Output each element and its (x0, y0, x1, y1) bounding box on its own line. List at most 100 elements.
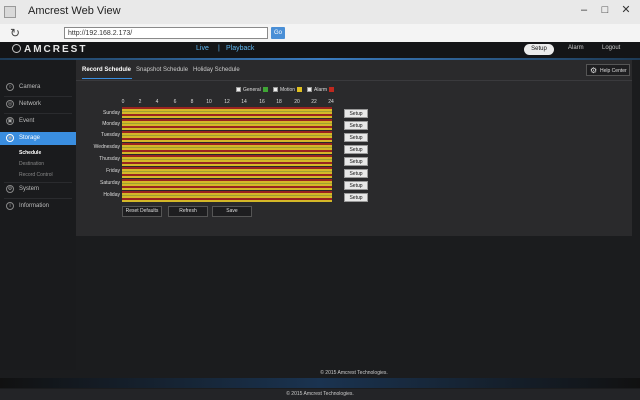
header-alarm-button[interactable]: Alarm (568, 45, 584, 51)
checkbox-general[interactable] (236, 87, 241, 92)
hour-label: 12 (224, 99, 230, 105)
logo: AMCREST (12, 44, 87, 55)
hour-label: 16 (259, 99, 265, 105)
setup-button-tuesday[interactable]: Setup (344, 133, 368, 142)
legend-label: General (243, 87, 261, 93)
nav-playback[interactable]: Playback (226, 45, 254, 52)
info-icon: i (6, 202, 14, 210)
hour-label: 14 (241, 99, 247, 105)
logo-text: AMCREST (24, 44, 88, 55)
legend-alarm[interactable]: Alarm (307, 87, 335, 93)
refresh-icon[interactable]: ↻ (10, 26, 20, 40)
close-icon[interactable]: ✕ (617, 1, 635, 19)
setup-button-sunday[interactable]: Setup (344, 109, 368, 118)
setup-button-holiday[interactable]: Setup (344, 193, 368, 202)
schedule-bar-wednesday[interactable] (122, 143, 332, 154)
maximize-icon[interactable]: □ (596, 1, 614, 19)
setup-button-saturday[interactable]: Setup (344, 181, 368, 190)
sidebar-item-event[interactable]: ▣ Event (0, 115, 76, 128)
hour-label: 4 (155, 99, 159, 105)
setup-button-monday[interactable]: Setup (344, 121, 368, 130)
window-title: Amcrest Web View (28, 5, 121, 17)
schedule-bar-holiday[interactable] (122, 191, 332, 202)
sidebar-divider (4, 198, 72, 199)
reset-defaults-button[interactable]: Reset Defaults (122, 206, 162, 217)
storage-icon: ◉ (6, 134, 14, 142)
day-label-tuesday: Tuesday (101, 132, 120, 138)
legend-label: Motion (280, 87, 296, 93)
checkbox-motion[interactable] (273, 87, 278, 92)
window-titlebar: Amcrest Web View – □ ✕ (0, 0, 640, 25)
sidebar-sub-record-control[interactable]: Record Control (19, 172, 53, 178)
schedule-panel: Record Schedule Snapshot Schedule Holida… (76, 60, 632, 236)
schedule-bar-thursday[interactable] (122, 155, 332, 166)
sidebar-divider (4, 96, 72, 97)
legend-swatch-motion (297, 87, 303, 92)
schedule-bar-tuesday[interactable] (122, 131, 332, 142)
hour-label: 18 (276, 99, 282, 105)
tabs-divider (76, 80, 632, 81)
hour-label: 2 (138, 99, 142, 105)
legend-motion[interactable]: Motion (273, 87, 303, 93)
legend-swatch-general (262, 87, 268, 92)
logo-mark-icon (12, 44, 21, 53)
sidebar: ○ Camera ◎ Network ▣ Event ◉ Storage Sch… (0, 60, 76, 370)
hour-label: 22 (311, 99, 317, 105)
tab-snapshot-schedule[interactable]: Snapshot Schedule (136, 67, 188, 73)
day-label-holiday: Holiday (103, 192, 120, 198)
day-label-thursday: Thursday (99, 156, 120, 162)
footer-glow (0, 378, 640, 388)
app-header: AMCREST Live | Playback Setup Alarm Logo… (0, 42, 640, 58)
system-icon: ⚙ (6, 185, 14, 193)
hour-label: 24 (328, 99, 334, 105)
sidebar-item-information[interactable]: i Information (0, 200, 76, 213)
gear-icon: ⚙ (590, 66, 598, 75)
checkbox-alarm[interactable] (307, 87, 312, 92)
day-label-sunday: Sunday (103, 110, 120, 116)
setup-button-friday[interactable]: Setup (344, 169, 368, 178)
status-footer: © 2015 Amcrest Technologies. (0, 389, 640, 400)
schedule-bar-sunday[interactable] (122, 107, 332, 118)
refresh-button[interactable]: Refresh (168, 206, 208, 217)
tab-holiday-schedule[interactable]: Holiday Schedule (193, 67, 240, 73)
sidebar-item-label: System (19, 186, 40, 192)
sidebar-item-network[interactable]: ◎ Network (0, 98, 76, 111)
nav-live[interactable]: Live (196, 45, 209, 52)
sidebar-sub-destination[interactable]: Destination (19, 161, 44, 167)
nav-separator: | (218, 45, 220, 52)
header-setup-button[interactable]: Setup (524, 44, 554, 55)
day-label-wednesday: Wednesday (93, 144, 120, 150)
setup-button-thursday[interactable]: Setup (344, 157, 368, 166)
day-label-friday: Friday (106, 168, 120, 174)
legend-swatch-alarm (329, 87, 335, 92)
sidebar-item-storage[interactable]: ◉ Storage (0, 132, 76, 145)
go-button[interactable]: Go (271, 27, 285, 39)
tab-record-schedule[interactable]: Record Schedule (82, 67, 131, 73)
sidebar-sub-schedule[interactable]: Schedule (19, 150, 41, 156)
sidebar-item-system[interactable]: ⚙ System (0, 183, 76, 196)
schedule-bar-monday[interactable] (122, 119, 332, 130)
schedule-bar-saturday[interactable] (122, 179, 332, 190)
footer-copyright: © 2015 Amcrest Technologies. (320, 370, 388, 376)
sidebar-divider (4, 113, 72, 114)
hour-label: 0 (121, 99, 125, 105)
sidebar-item-camera[interactable]: ○ Camera (0, 81, 76, 94)
sidebar-item-label: Storage (19, 135, 41, 141)
legend-general[interactable]: General (236, 87, 268, 93)
app-icon (4, 6, 16, 18)
event-icon: ▣ (6, 117, 14, 125)
schedule-bar-friday[interactable] (122, 167, 332, 178)
setup-button-wednesday[interactable]: Setup (344, 145, 368, 154)
hour-label: 8 (190, 99, 194, 105)
hour-label: 10 (206, 99, 212, 105)
sidebar-item-label: Event (19, 118, 35, 124)
address-bar: ↻ http://192.168.2.173/ Go (0, 24, 640, 43)
save-button[interactable]: Save (212, 206, 252, 217)
header-logout-button[interactable]: Logout (602, 45, 620, 51)
network-icon: ◎ (6, 100, 14, 108)
url-input[interactable]: http://192.168.2.173/ (64, 27, 268, 39)
active-tab-indicator (82, 78, 132, 79)
minimize-icon[interactable]: – (575, 1, 593, 19)
day-label-saturday: Saturday (99, 180, 120, 186)
help-center-button[interactable]: ⚙ Help Center (586, 64, 630, 76)
